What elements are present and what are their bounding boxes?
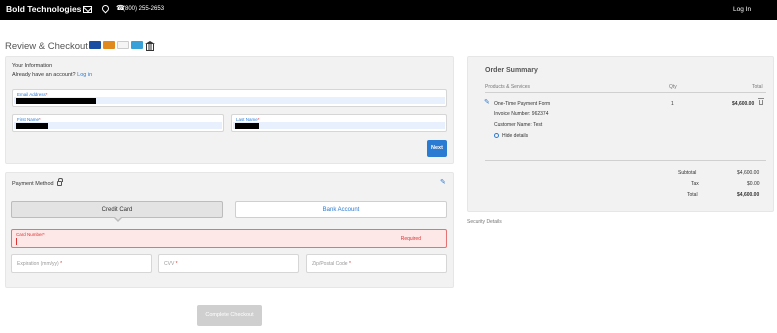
top-navbar: Bold Technologies ☎ (800) 255-2653 Log I… — [0, 0, 777, 20]
section-heading: Your Information — [12, 63, 53, 69]
visa-card-icon — [89, 41, 101, 49]
divider — [485, 160, 766, 161]
tax-label: Tax — [691, 181, 699, 187]
col-products: Products & Services — [485, 84, 531, 90]
first-name-value-redacted — [16, 123, 48, 129]
amex-card-icon — [131, 41, 143, 49]
account-prompt-text: Already have an account? — [12, 72, 76, 78]
tab-bank-account[interactable]: Bank Account — [235, 201, 447, 218]
total-label: Total — [687, 192, 698, 198]
card-number-field[interactable]: Card Number* Required — [11, 229, 447, 248]
phone-number[interactable]: (800) 255-2653 — [123, 6, 164, 12]
order-summary-title: Order Summary — [485, 67, 538, 74]
email-field[interactable]: Email Address* — [12, 89, 447, 107]
col-total: Total — [752, 84, 763, 90]
location-pin-icon[interactable] — [100, 3, 111, 14]
item-name: One-Time Payment Form — [494, 101, 551, 107]
col-qty: Qty — [669, 84, 677, 90]
total-value: $4,600.00 — [737, 192, 760, 198]
text-cursor — [16, 238, 17, 245]
divider — [485, 92, 766, 93]
item-qty: 1 — [671, 101, 674, 107]
next-button[interactable]: Next — [427, 140, 447, 157]
last-name-value-redacted — [235, 123, 259, 129]
cvv-field[interactable]: CVV * — [158, 254, 299, 273]
zip-field[interactable]: Zip/Postal Code * — [306, 254, 447, 273]
payment-method-heading: Payment Method — [12, 181, 54, 187]
trash-icon[interactable] — [758, 98, 764, 105]
invoice-number: Invoice Number: 962374 — [494, 111, 549, 117]
hide-details-link[interactable]: Hide details — [502, 133, 528, 139]
edit-item-icon[interactable]: ✎ — [484, 98, 490, 106]
email-value-redacted — [16, 98, 96, 104]
subtotal-label: Subtotal — [678, 170, 697, 176]
login-link[interactable]: Log In — [733, 6, 751, 13]
expiration-field[interactable]: Expiration (mm/yy) * — [11, 254, 152, 273]
security-details-link[interactable]: Security Details — [467, 219, 502, 225]
mastercard-icon — [103, 41, 115, 49]
required-error-text: Required — [400, 236, 421, 242]
active-tab-caret — [113, 216, 123, 222]
lock-icon — [57, 178, 63, 186]
complete-checkout-button[interactable]: Complete Checkout — [197, 305, 262, 326]
subtotal-value: $4,600.00 — [737, 170, 760, 176]
page-title: Review & Checkout — [5, 41, 88, 52]
bank-icon — [145, 41, 155, 51]
cvv-placeholder: CVV * — [164, 261, 178, 267]
hide-details-icon[interactable] — [494, 133, 499, 138]
brand-name[interactable]: Bold Technologies — [6, 4, 81, 14]
payment-icons — [89, 41, 155, 51]
account-prompt: Already have an account? Log in — [12, 72, 92, 78]
zip-placeholder: Zip/Postal Code * — [312, 261, 351, 267]
card-number-label: Card Number* — [16, 232, 45, 237]
first-name-field[interactable]: First Name* — [12, 114, 224, 132]
customer-name: Customer Name: Test — [494, 122, 543, 128]
edit-payment-icon[interactable]: ✎ — [440, 178, 446, 186]
mail-icon[interactable] — [83, 6, 92, 13]
expiration-placeholder: Expiration (mm/yy) * — [17, 261, 63, 267]
discover-card-icon — [117, 41, 129, 49]
login-link-inline[interactable]: Log in — [77, 72, 92, 78]
item-total: $4,600.00 — [732, 101, 755, 107]
tax-value: $0.00 — [747, 181, 760, 187]
last-name-field[interactable]: Last Name* — [231, 114, 447, 132]
